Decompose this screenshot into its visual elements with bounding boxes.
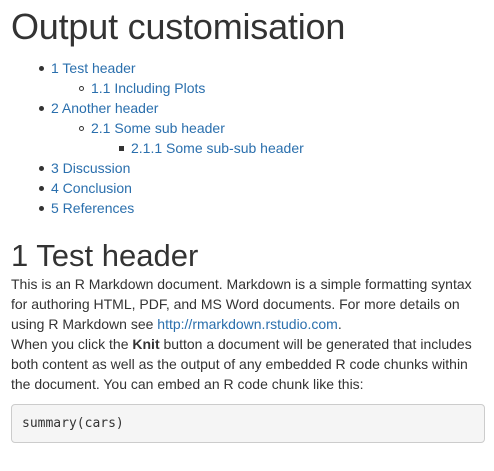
disc-bullet-icon xyxy=(38,58,48,78)
toc-item-some-sub-sub-header: 2.1.1 Some sub-sub header xyxy=(11,138,485,158)
toc-item-another-header: 2 Another header xyxy=(11,98,485,118)
toc-link-references[interactable]: 5 References xyxy=(51,198,134,218)
square-bullet-icon xyxy=(118,138,128,158)
circle-bullet-icon xyxy=(78,118,88,138)
code-line: summary(cars) xyxy=(22,416,124,431)
knit-paragraph: When you click the Knit button a documen… xyxy=(11,334,485,394)
toc-link-another-header[interactable]: 2 Another header xyxy=(51,98,158,118)
disc-bullet-icon xyxy=(38,198,48,218)
intro-period: . xyxy=(337,316,342,332)
rmarkdown-link[interactable]: http://rmarkdown.rstudio.com xyxy=(157,316,338,332)
toc-link-test-header[interactable]: 1 Test header xyxy=(51,58,136,78)
disc-bullet-icon xyxy=(38,98,48,118)
table-of-contents: 1 Test header 1.1 Including Plots 2 Anot… xyxy=(11,58,485,218)
circle-bullet-icon xyxy=(78,78,88,98)
disc-bullet-icon xyxy=(38,158,48,178)
disc-bullet-icon xyxy=(38,178,48,198)
toc-item-some-sub-header: 2.1 Some sub header xyxy=(11,118,485,138)
toc-link-discussion[interactable]: 3 Discussion xyxy=(51,158,130,178)
page-title: Output customisation xyxy=(11,6,346,47)
knit-bold: Knit xyxy=(132,336,160,352)
knit-text-before: When you click the xyxy=(11,336,133,352)
code-block: summary(cars) xyxy=(11,404,485,443)
toc-link-some-sub-header[interactable]: 2.1 Some sub header xyxy=(91,118,225,138)
toc-item-references: 5 References xyxy=(11,198,485,218)
toc-item-test-header: 1 Test header xyxy=(11,58,485,78)
toc-link-including-plots[interactable]: 1.1 Including Plots xyxy=(91,78,205,98)
document-page: Output customisation 1 Test header 1.1 I… xyxy=(11,0,485,443)
toc-item-discussion: 3 Discussion xyxy=(11,158,485,178)
toc-link-some-sub-sub-header[interactable]: 2.1.1 Some sub-sub header xyxy=(131,138,304,158)
toc-link-conclusion[interactable]: 4 Conclusion xyxy=(51,178,132,198)
section-heading-test-header: 1 Test header xyxy=(11,238,199,273)
toc-item-conclusion: 4 Conclusion xyxy=(11,178,485,198)
intro-paragraph: This is an R Markdown document. Markdown… xyxy=(11,274,485,334)
toc-item-including-plots: 1.1 Including Plots xyxy=(11,78,485,98)
